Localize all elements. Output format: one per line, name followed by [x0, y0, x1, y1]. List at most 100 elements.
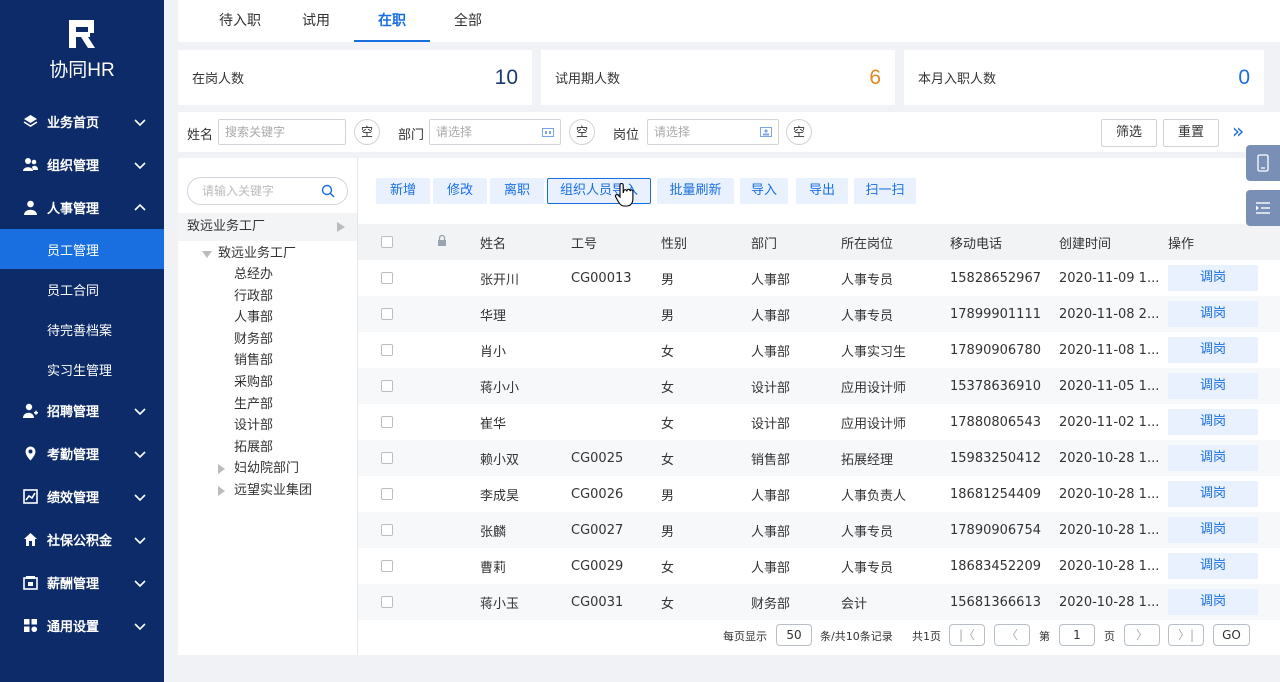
toolbar-button-5[interactable]: 导入: [740, 178, 788, 204]
row-checkbox[interactable]: [381, 596, 393, 608]
row-checkbox[interactable]: [381, 308, 393, 320]
col-header-post[interactable]: 所在岗位: [841, 224, 950, 260]
table-row[interactable]: 赖小双 CG0025 女销售部 拓展经理 15983250412 2020-10-28 1…: [358, 440, 1280, 476]
sidebar-item-2[interactable]: 人事管理: [0, 186, 164, 229]
caret-right-icon[interactable]: [218, 486, 225, 496]
go-button[interactable]: GO: [1213, 624, 1250, 646]
tree-node-group[interactable]: 妇幼院部门: [234, 458, 299, 479]
tree-node-company[interactable]: 致远业务工厂: [218, 243, 296, 264]
transfer-button[interactable]: 调岗: [1168, 301, 1258, 327]
table-row[interactable]: 蒋小小 女设计部 应用设计师 15378636910 2020-11-05 1... 调岗: [358, 368, 1280, 404]
tab-2[interactable]: 在职: [354, 0, 430, 42]
name-clear-button[interactable]: 空: [354, 119, 380, 145]
table-row[interactable]: 华理 男人事部 人事专员 17899901111 2020-11-08 2... 调岗: [358, 296, 1280, 332]
transfer-button[interactable]: 调岗: [1168, 517, 1258, 543]
tab-1[interactable]: 试用: [278, 0, 354, 42]
sidebar-item-5[interactable]: 绩效管理: [0, 475, 164, 518]
toolbar-button-3[interactable]: 组织人员导入: [547, 178, 651, 204]
chevron-down-icon[interactable]: [134, 491, 146, 503]
sidebar-item-6[interactable]: 社保公积金: [0, 518, 164, 561]
col-header-name[interactable]: 姓名: [480, 224, 571, 260]
tree-node-dept[interactable]: 人事部: [234, 307, 273, 328]
tree-node-dept[interactable]: 销售部: [234, 350, 273, 371]
col-header-phone[interactable]: 移动电话: [950, 224, 1059, 260]
sidebar-subitem-1[interactable]: 员工合同: [0, 269, 164, 309]
transfer-button[interactable]: 调岗: [1168, 445, 1258, 471]
col-header-sex[interactable]: 性别: [661, 224, 751, 260]
per-page-input[interactable]: 50: [776, 624, 812, 646]
col-header-dept[interactable]: 部门: [751, 224, 841, 260]
tree-node-dept[interactable]: 设计部: [234, 415, 273, 436]
tab-3[interactable]: 全部: [430, 0, 506, 42]
sidebar-subitem-3[interactable]: 实习生管理: [0, 349, 164, 389]
tree-node-dept[interactable]: 拓展部: [234, 437, 273, 458]
tree-node-dept[interactable]: 行政部: [234, 286, 273, 307]
tree-root-node[interactable]: 致远业务工厂: [178, 213, 357, 241]
table-row[interactable]: 蒋小玉 CG0031 女财务部 会计 15681366613 2020-10-28 1..…: [358, 584, 1280, 620]
transfer-button[interactable]: 调岗: [1168, 481, 1258, 507]
chevron-down-icon[interactable]: [134, 116, 146, 128]
row-checkbox[interactable]: [381, 488, 393, 500]
row-checkbox[interactable]: [381, 560, 393, 572]
search-icon[interactable]: [321, 184, 335, 198]
row-checkbox[interactable]: [381, 380, 393, 392]
sidebar-item-7[interactable]: 薪酬管理: [0, 561, 164, 604]
sidebar-subitem-0[interactable]: 员工管理: [0, 229, 164, 269]
sidebar-item-4[interactable]: 考勤管理: [0, 432, 164, 475]
last-page-button[interactable]: 〉|: [1168, 624, 1204, 646]
chevron-down-icon[interactable]: [134, 159, 146, 171]
tree-node-group[interactable]: 远望实业集团: [234, 480, 312, 501]
dept-select-input[interactable]: 请选择: [429, 119, 561, 145]
toolbar-button-6[interactable]: 导出: [796, 178, 848, 204]
chevron-down-icon[interactable]: [134, 620, 146, 632]
prev-page-button[interactable]: 〈: [994, 624, 1030, 646]
tree-node-dept[interactable]: 生产部: [234, 394, 273, 415]
table-row[interactable]: 李成昊 CG0026 男 人事部 人事负责人 18681254409 2020-10-28 …: [358, 476, 1280, 512]
caret-down-icon[interactable]: [202, 251, 212, 258]
chevron-down-icon[interactable]: [134, 534, 146, 546]
transfer-button[interactable]: 调岗: [1168, 409, 1258, 435]
side-menu-button[interactable]: [1246, 190, 1280, 226]
col-header-no[interactable]: 工号: [571, 224, 661, 260]
toolbar-button-7[interactable]: 扫一扫: [854, 178, 916, 204]
toolbar-button-2[interactable]: 离职: [490, 178, 544, 204]
sidebar-item-0[interactable]: 业务首页: [0, 100, 164, 143]
row-checkbox[interactable]: [381, 452, 393, 464]
row-checkbox[interactable]: [381, 272, 393, 284]
post-select-input[interactable]: 请选择: [647, 119, 779, 145]
toolbar-button-1[interactable]: 修改: [433, 178, 487, 204]
chevron-up-icon[interactable]: [134, 202, 146, 214]
caret-right-icon[interactable]: [337, 222, 345, 232]
chevron-down-icon[interactable]: [134, 405, 146, 417]
next-page-button[interactable]: 〉: [1124, 624, 1160, 646]
post-clear-button[interactable]: 空: [786, 119, 812, 145]
transfer-button[interactable]: 调岗: [1168, 589, 1258, 615]
screen-button[interactable]: 筛选: [1101, 119, 1157, 147]
transfer-button[interactable]: 调岗: [1168, 373, 1258, 399]
table-row[interactable]: 肖小 女 人事部 人事实习生 17890906780 2020-11-08 1... 调岗: [358, 332, 1280, 368]
transfer-button[interactable]: 调岗: [1168, 337, 1258, 363]
tree-node-dept[interactable]: 财务部: [234, 329, 273, 350]
table-row[interactable]: 张麟 CG0027 男人事部 人事专员 17890906754 2020-10-28 1.…: [358, 512, 1280, 548]
chevron-down-icon[interactable]: [134, 448, 146, 460]
page-number-input[interactable]: 1: [1059, 624, 1095, 646]
app-logo[interactable]: 协同HR: [0, 0, 164, 100]
row-checkbox[interactable]: [381, 344, 393, 356]
sidebar-item-8[interactable]: 通用设置: [0, 604, 164, 647]
table-row[interactable]: 崔华 女 设计部 应用设计师 17880806543 2020-11-02 1... 调岗: [358, 404, 1280, 440]
table-row[interactable]: 曹莉 CG0029 女 人事部 人事专员 18683452209 2020-10-28 1.…: [358, 548, 1280, 584]
sidebar-subitem-2[interactable]: 待完善档案: [0, 309, 164, 349]
tree-node-dept[interactable]: 总经办: [234, 264, 273, 285]
tree-search-input[interactable]: 请输入关键字: [187, 177, 348, 205]
name-search-input[interactable]: 搜索关键字: [218, 119, 346, 145]
caret-right-icon[interactable]: [218, 464, 225, 474]
row-checkbox[interactable]: [381, 416, 393, 428]
sidebar-item-3[interactable]: 招聘管理: [0, 389, 164, 432]
dept-clear-button[interactable]: 空: [569, 119, 595, 145]
toolbar-button-0[interactable]: 新增: [376, 178, 430, 204]
mobile-preview-button[interactable]: [1246, 145, 1280, 181]
select-all-checkbox[interactable]: [381, 236, 393, 248]
transfer-button[interactable]: 调岗: [1168, 265, 1258, 291]
row-checkbox[interactable]: [381, 524, 393, 536]
toolbar-button-4[interactable]: 批量刷新: [657, 178, 734, 204]
